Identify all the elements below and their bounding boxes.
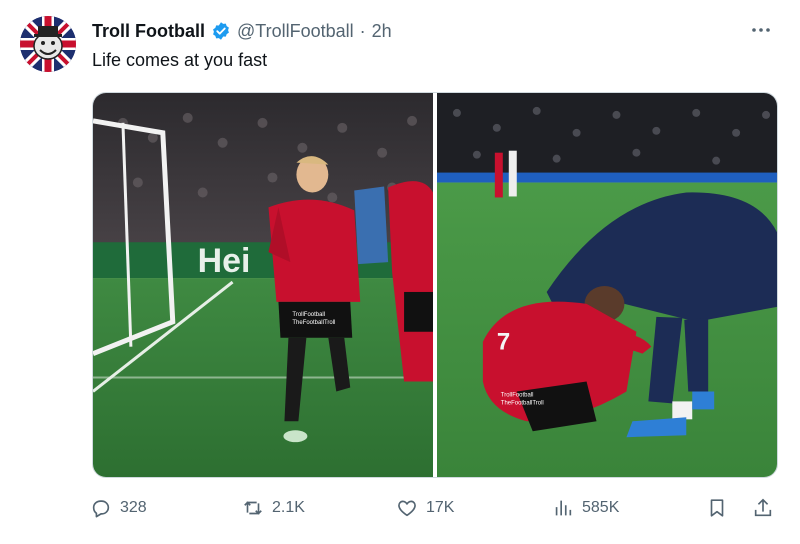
more-options-button[interactable]	[744, 18, 778, 44]
action-bar: 328 2.1K 17K 585K	[90, 492, 782, 524]
repost-button[interactable]: 2.1K	[242, 492, 305, 524]
share-button[interactable]	[752, 492, 774, 524]
celebration-photo-illustration: Hei TrollFootball TheFootballTroll	[93, 93, 433, 477]
watermark-line-2: TheFootballTroll	[501, 400, 544, 406]
dejected-photo-illustration: 7 TrollFootball TheFootballTroll	[437, 93, 777, 477]
display-name[interactable]: Troll Football	[92, 18, 205, 44]
reply-count: 328	[120, 499, 147, 516]
media-grid: Hei TrollFootball TheFootballTroll 7 Tro…	[92, 92, 778, 478]
tweet-header: Troll Football @TrollFootball · 2h	[92, 18, 392, 44]
share-icon	[754, 498, 772, 517]
heart-icon	[398, 500, 416, 517]
repost-icon	[244, 501, 262, 515]
repost-count: 2.1K	[272, 499, 305, 516]
watermark-line-1: TrollFootball	[501, 392, 534, 398]
troll-flag-avatar-icon	[20, 16, 76, 72]
like-button[interactable]: 17K	[396, 492, 454, 524]
watermark-line-1: TrollFootball	[292, 312, 325, 318]
pitch-board-text: Hei	[198, 242, 251, 280]
bookmark-button[interactable]	[706, 492, 728, 524]
timestamp[interactable]: 2h	[372, 18, 392, 44]
user-handle[interactable]: @TrollFootball	[237, 18, 354, 44]
avatar[interactable]	[20, 16, 76, 72]
photo-dejected[interactable]: 7 TrollFootball TheFootballTroll	[437, 93, 777, 477]
svg-text:7: 7	[497, 329, 510, 356]
watermark-line-2: TheFootballTroll	[292, 320, 335, 326]
like-count: 17K	[426, 499, 455, 516]
photo-celebration[interactable]: Hei TrollFootball TheFootballTroll	[93, 93, 433, 477]
reply-icon	[92, 500, 110, 518]
views-button[interactable]: 585K	[552, 492, 619, 524]
tweet-text: Life comes at you fast	[92, 50, 268, 70]
reply-button[interactable]: 328	[90, 492, 147, 524]
verified-badge-icon[interactable]	[211, 21, 231, 41]
views-chart-icon	[555, 500, 572, 516]
separator-dot: ·	[359, 21, 366, 41]
view-count: 585K	[582, 499, 620, 516]
bookmark-icon	[710, 499, 724, 517]
more-horizontal-icon	[752, 28, 770, 32]
